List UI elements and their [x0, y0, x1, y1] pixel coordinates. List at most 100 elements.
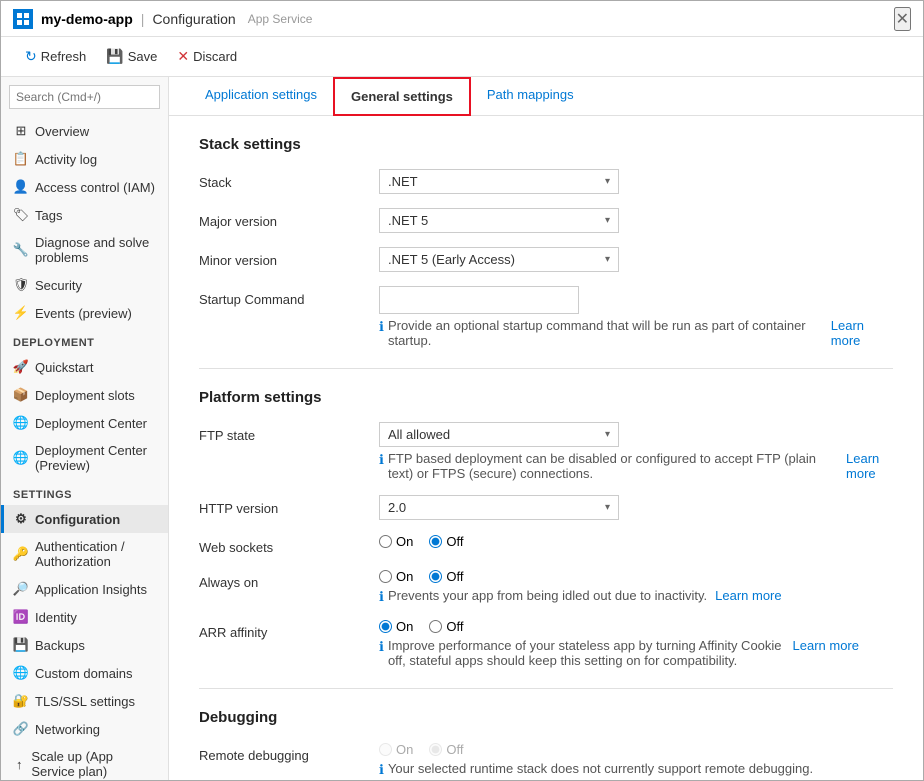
title-separator: | [141, 11, 145, 27]
remote-debugging-on-radio[interactable] [379, 743, 392, 756]
remote-debugging-on-option[interactable]: On [379, 742, 413, 757]
sidebar-item-tags[interactable]: 🏷 Tags [1, 201, 168, 229]
always-on-label: Always on [199, 569, 379, 590]
stack-select[interactable]: .NET ▾ [379, 169, 619, 194]
http-version-label: HTTP version [199, 495, 379, 516]
sidebar-label-tls-ssl: TLS/SSL settings [35, 694, 135, 709]
arr-affinity-on-radio[interactable] [379, 620, 392, 633]
remote-debugging-off-option[interactable]: Off [429, 742, 463, 757]
identity-icon: 🆔 [13, 609, 29, 625]
discard-button[interactable]: ✕ Discard [169, 44, 245, 69]
remote-debugging-row: Remote debugging On Off [199, 742, 893, 778]
search-input[interactable] [9, 85, 160, 109]
major-version-select[interactable]: .NET 5 ▾ [379, 208, 619, 233]
sidebar-item-backups[interactable]: 💾 Backups [1, 631, 168, 659]
ftp-learn-more-link[interactable]: Learn more [846, 451, 893, 481]
sidebar-label-identity: Identity [35, 610, 77, 625]
sidebar-item-overview[interactable]: ⊞ Overview [1, 117, 168, 145]
web-sockets-radio-group: On Off [379, 534, 893, 549]
http-version-chevron: ▾ [605, 502, 610, 513]
overview-icon: ⊞ [13, 123, 29, 139]
tab-application-settings[interactable]: Application settings [189, 77, 333, 115]
access-control-icon: 👤 [13, 179, 29, 195]
arr-affinity-off-radio[interactable] [429, 620, 442, 633]
web-sockets-row: Web sockets On Off [199, 534, 893, 555]
minor-version-value: .NET 5 (Early Access) [388, 252, 515, 267]
tab-general-settings[interactable]: General settings [333, 77, 471, 116]
sidebar-item-identity[interactable]: 🆔 Identity [1, 603, 168, 631]
save-button[interactable]: 💾 Save [98, 44, 165, 69]
sidebar-item-custom-domains[interactable]: 🌐 Custom domains [1, 659, 168, 687]
sidebar: ⊞ Overview 📋 Activity log 👤 Access contr… [1, 77, 169, 780]
major-version-label: Major version [199, 208, 379, 229]
web-sockets-off-radio[interactable] [429, 535, 442, 548]
sidebar-item-application-insights[interactable]: 🔎 Application Insights [1, 575, 168, 603]
arr-affinity-info-icon: ℹ [379, 639, 384, 655]
sidebar-label-deployment-slots: Deployment slots [35, 388, 135, 403]
web-sockets-on-option[interactable]: On [379, 534, 413, 549]
arr-affinity-radio-group: On Off [379, 619, 893, 634]
sidebar-item-networking[interactable]: 🔗 Networking [1, 715, 168, 743]
arr-affinity-on-label: On [396, 619, 413, 634]
always-on-off-option[interactable]: Off [429, 569, 463, 584]
http-version-select[interactable]: 2.0 ▾ [379, 495, 619, 520]
always-on-info-text: Prevents your app from being idled out d… [388, 588, 707, 603]
sidebar-item-deployment-slots[interactable]: 📦 Deployment slots [1, 381, 168, 409]
tls-ssl-icon: 🔐 [13, 693, 29, 709]
sidebar-item-scale-up[interactable]: ↑ Scale up (App Service plan) [1, 743, 168, 780]
sidebar-item-deployment-center[interactable]: 🌐 Deployment Center [1, 409, 168, 437]
activity-log-icon: 📋 [13, 151, 29, 167]
always-on-off-radio[interactable] [429, 570, 442, 583]
always-on-on-radio[interactable] [379, 570, 392, 583]
http-version-control: 2.0 ▾ [379, 495, 893, 520]
sidebar-label-events: Events (preview) [35, 306, 132, 321]
sidebar-item-diagnose[interactable]: 🔧 Diagnose and solve problems [1, 229, 168, 271]
sidebar-item-tls-ssl[interactable]: 🔐 TLS/SSL settings [1, 687, 168, 715]
web-sockets-on-label: On [396, 534, 413, 549]
web-sockets-label: Web sockets [199, 534, 379, 555]
minor-version-select[interactable]: .NET 5 (Early Access) ▾ [379, 247, 619, 272]
arr-affinity-off-option[interactable]: Off [429, 619, 463, 634]
major-version-row: Major version .NET 5 ▾ [199, 208, 893, 233]
main-layout: ⊞ Overview 📋 Activity log 👤 Access contr… [1, 77, 923, 780]
arr-affinity-learn-more-link[interactable]: Learn more [793, 638, 859, 653]
search-container [1, 77, 168, 117]
startup-command-input[interactable] [379, 286, 579, 314]
sidebar-item-activity-log[interactable]: 📋 Activity log [1, 145, 168, 173]
close-button[interactable]: ✕ [894, 7, 911, 31]
always-on-on-option[interactable]: On [379, 569, 413, 584]
always-on-learn-more-link[interactable]: Learn more [715, 588, 781, 603]
authentication-icon: 🔑 [13, 546, 29, 562]
sidebar-item-access-control[interactable]: 👤 Access control (IAM) [1, 173, 168, 201]
sidebar-item-security[interactable]: 🛡 Security [1, 271, 168, 299]
remote-debugging-off-radio[interactable] [429, 743, 442, 756]
content-body: Stack settings Stack .NET ▾ Major versio… [169, 116, 923, 780]
tab-path-mappings[interactable]: Path mappings [471, 77, 590, 115]
stack-value: .NET [388, 174, 418, 189]
arr-affinity-on-option[interactable]: On [379, 619, 413, 634]
sidebar-item-quickstart[interactable]: 🚀 Quickstart [1, 353, 168, 381]
sidebar-item-authentication[interactable]: 🔑 Authentication / Authorization [1, 533, 168, 575]
web-sockets-off-label: Off [446, 534, 463, 549]
application-insights-icon: 🔎 [13, 581, 29, 597]
ftp-state-select[interactable]: All allowed ▾ [379, 422, 619, 447]
major-version-chevron: ▾ [605, 215, 610, 226]
remote-debugging-off-label: Off [446, 742, 463, 757]
sidebar-label-authentication: Authentication / Authorization [35, 539, 156, 569]
web-sockets-off-option[interactable]: Off [429, 534, 463, 549]
web-sockets-control: On Off [379, 534, 893, 549]
major-version-value: .NET 5 [388, 213, 428, 228]
sidebar-label-quickstart: Quickstart [35, 360, 94, 375]
sidebar-item-deployment-center-preview[interactable]: 🌐 Deployment Center (Preview) [1, 437, 168, 479]
tab-general-settings-label: General settings [351, 89, 453, 104]
remote-debugging-info-icon: ℹ [379, 762, 384, 778]
scale-up-icon: ↑ [13, 756, 25, 772]
refresh-button[interactable]: ↻ Refresh [17, 44, 94, 69]
sidebar-item-configuration[interactable]: ⚙ Configuration [1, 505, 168, 533]
web-sockets-on-radio[interactable] [379, 535, 392, 548]
startup-learn-more-link[interactable]: Learn more [831, 318, 893, 348]
always-on-radio-group: On Off [379, 569, 893, 584]
ftp-info-text: FTP based deployment can be disabled or … [388, 451, 838, 481]
sidebar-item-events[interactable]: ⚡ Events (preview) [1, 299, 168, 327]
deployment-slots-icon: 📦 [13, 387, 29, 403]
